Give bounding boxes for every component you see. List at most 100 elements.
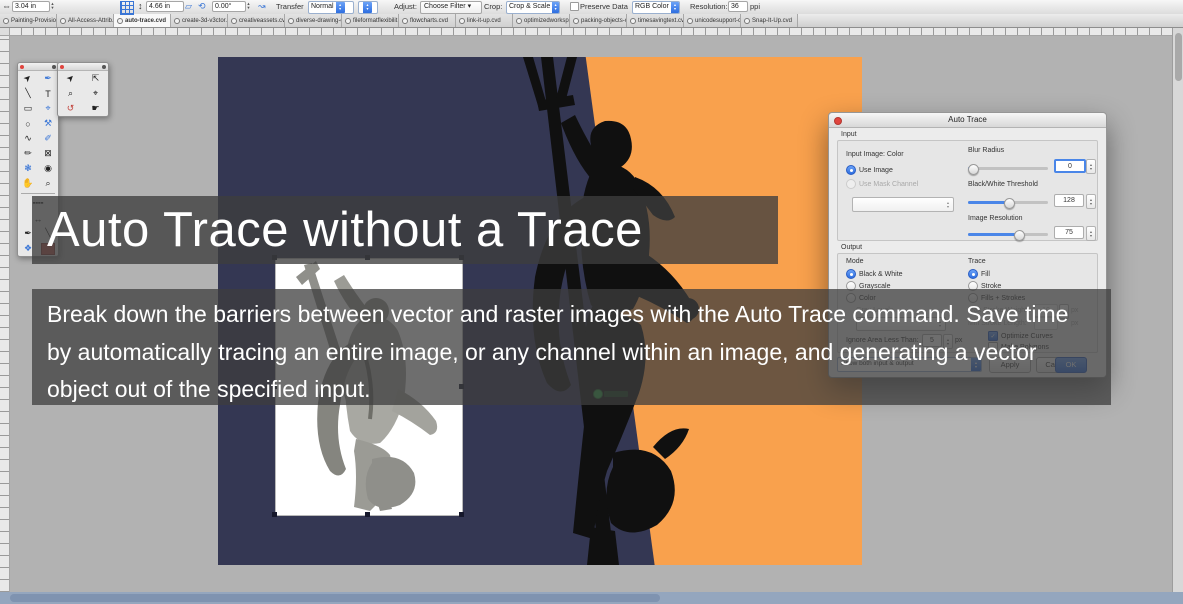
tab-close-icon[interactable] [459, 18, 465, 24]
bottom-scrollbar[interactable] [0, 592, 1183, 604]
resolution-field[interactable]: 36 [728, 1, 748, 12]
image-resolution-slider[interactable] [968, 233, 1048, 236]
grid-tool-icon[interactable] [120, 1, 134, 15]
tab-painting-provisio[interactable]: Painting-Provisio... [0, 14, 57, 27]
tab-close-icon[interactable] [573, 18, 579, 24]
blur-radius-field[interactable]: 0 [1054, 159, 1086, 173]
slider-knob[interactable] [1014, 230, 1025, 241]
selection-handle[interactable] [272, 512, 277, 517]
transfer-mode-select[interactable]: Normal ▲▼ [308, 1, 354, 14]
palette-close-icon[interactable] [60, 65, 64, 69]
dialog-titlebar[interactable]: Auto Trace [829, 113, 1106, 128]
tab-close-icon[interactable] [231, 18, 237, 24]
blur-radius-slider[interactable] [968, 167, 1048, 170]
use-mask-channel-radio[interactable]: Use Mask Channel [846, 179, 918, 189]
palette-titlebar[interactable] [58, 63, 108, 71]
tab-snap-it-up[interactable]: Snap-It-Up.cvd [741, 14, 798, 27]
crop-mode-select[interactable]: Crop & Scale ▲▼ [506, 1, 560, 14]
selection-handle[interactable] [459, 512, 464, 517]
mode-black-white-radio[interactable]: Black & White [846, 269, 903, 279]
curve-tool[interactable]: ∿ [18, 131, 38, 146]
combo-arrows-icon: ▲▼ [552, 2, 559, 13]
zoom-tool[interactable]: ⌕ [38, 176, 58, 191]
tab-close-icon[interactable] [117, 18, 123, 24]
lasso-tool[interactable]: ↺ [58, 101, 83, 116]
select-plus-tool[interactable]: ⇱ [83, 71, 108, 86]
tab-close-icon[interactable] [288, 18, 294, 24]
width-stepper[interactable]: ▲▼ [49, 1, 56, 11]
pencil-tool[interactable]: ✏ [18, 146, 38, 161]
bottom-scrollbar-thumb[interactable] [10, 594, 660, 602]
tab-fileformatflexibility[interactable]: fileformatflexibilit... [342, 14, 399, 27]
trace-fill-radio[interactable]: Fill [968, 269, 990, 279]
curve-icon[interactable]: ↝ [258, 0, 266, 13]
line-tool[interactable]: ╲ [18, 86, 38, 101]
tab-packing-objects[interactable]: packing-objects-c... [570, 14, 627, 27]
bw-threshold-slider[interactable] [968, 201, 1048, 204]
anchor-tool[interactable]: ⌖ [38, 101, 58, 116]
ellipse-tool[interactable]: ○ [18, 116, 38, 131]
tab-close-icon[interactable] [744, 18, 750, 24]
tab-auto-trace[interactable]: auto-trace.cvd [114, 14, 171, 27]
select-tool[interactable]: ➤ [58, 71, 83, 86]
color-mode-select[interactable]: RGB Color ▲▼ [632, 1, 680, 14]
tab-close-icon[interactable] [3, 18, 9, 24]
tab-diverse-drawing[interactable]: diverse-drawing-c... [285, 14, 342, 27]
tab-optimizedworkspa[interactable]: optimizedworkspa... [513, 14, 570, 27]
palette-titlebar[interactable] [18, 63, 58, 71]
tab-all-access-attrib[interactable]: All-Access-Attrib... [57, 14, 114, 27]
slider-knob[interactable] [1004, 198, 1015, 209]
rotation-stepper[interactable]: ▲▼ [245, 1, 252, 11]
image-resolution-stepper[interactable]: ▲▼ [1086, 226, 1096, 241]
rotate-icon[interactable]: ⟲ [198, 0, 206, 13]
blur-radius-stepper[interactable]: ▲▼ [1086, 159, 1096, 174]
tab-close-icon[interactable] [60, 18, 66, 24]
paint-tool[interactable]: ❃ [18, 161, 38, 176]
filter-select[interactable]: Choose Filter ▾ [420, 1, 482, 14]
tab-close-icon[interactable] [516, 18, 522, 24]
rotation-field[interactable]: 0.00° [212, 1, 246, 12]
target-select-tool[interactable]: ⌖ [83, 86, 108, 101]
grab-tool[interactable]: ☛ [83, 101, 108, 116]
brush-tool[interactable]: ✒ [38, 71, 58, 86]
vertical-scrollbar-thumb[interactable] [1175, 33, 1182, 81]
wrench-tool[interactable]: ⚒ [38, 116, 58, 131]
eyedropper-tool[interactable]: ✐ [38, 131, 58, 146]
tab-close-icon[interactable] [687, 18, 693, 24]
image-resolution-field[interactable]: 75 [1054, 226, 1084, 239]
tab-create-3d-v3ctor[interactable]: create-3d-v3ctor... [171, 14, 228, 27]
camera-tool[interactable]: ◉ [38, 161, 58, 176]
text-tool[interactable]: T [38, 86, 58, 101]
preserve-data-checkbox[interactable] [570, 2, 579, 11]
hand-tool[interactable]: ✋ [18, 176, 38, 191]
width-field[interactable]: 3.04 in [12, 1, 50, 12]
palette-menu-icon[interactable] [102, 65, 106, 69]
tab-timesavingtext[interactable]: timesavingtext.cvd [627, 14, 684, 27]
palette-close-icon[interactable] [20, 65, 24, 69]
height-field[interactable]: 4.66 in [146, 1, 184, 12]
brush-mode-select[interactable]: ▲▼ [358, 1, 378, 14]
tab-close-icon[interactable] [630, 18, 636, 24]
bw-threshold-stepper[interactable]: ▲▼ [1086, 194, 1096, 209]
selection-handle[interactable] [365, 512, 370, 517]
vertical-scrollbar[interactable] [1172, 27, 1183, 592]
tab-creativeassets[interactable]: creativeassets.cvd [228, 14, 285, 27]
shear-icon[interactable]: ▱ [185, 0, 192, 13]
palette-menu-icon[interactable] [52, 65, 56, 69]
use-image-radio[interactable]: Use Image [846, 165, 893, 175]
tab-unicodesupport[interactable]: unicodesupport-c... [684, 14, 741, 27]
tab-close-icon[interactable] [174, 18, 180, 24]
bw-threshold-field[interactable]: 128 [1054, 194, 1084, 207]
mask-channel-select[interactable]: ▲▼ [852, 197, 954, 212]
tab-close-icon[interactable] [402, 18, 408, 24]
height-arrow-icon: ↕ [138, 0, 143, 13]
tab-close-icon[interactable] [345, 18, 351, 24]
slider-knob[interactable] [968, 164, 979, 175]
magnify-tool[interactable]: ⌕ [58, 86, 83, 101]
tab-link-it-up[interactable]: link-it-up.cvd [456, 14, 513, 27]
lock-tool[interactable]: ⊠ [38, 146, 58, 161]
rectangle-tool[interactable]: ▭ [18, 101, 38, 116]
tab-flowcharts[interactable]: flowcharts.cvd [399, 14, 456, 27]
dialog-close-icon[interactable] [834, 117, 842, 125]
pointer-tool[interactable]: ➤ [18, 71, 38, 86]
